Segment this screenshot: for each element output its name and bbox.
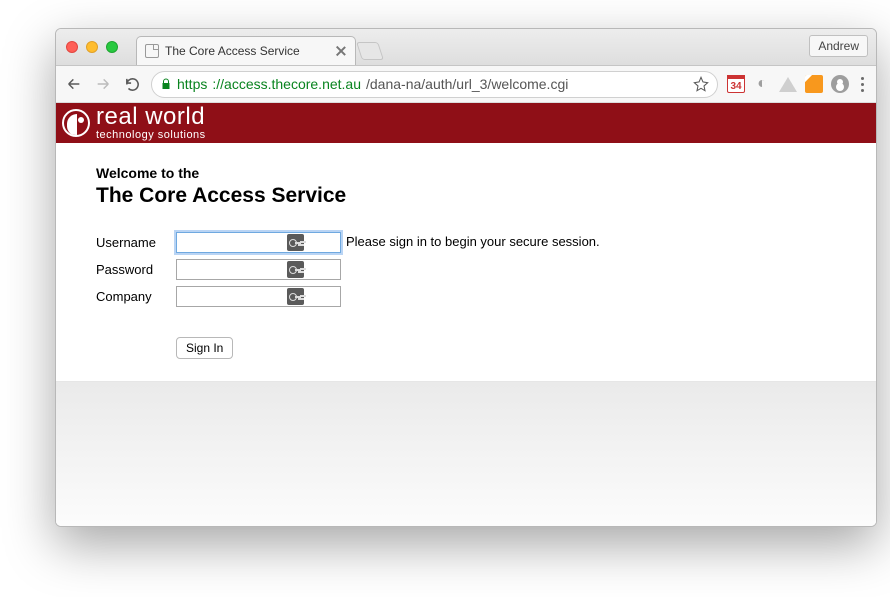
signin-hint: Please sign in to begin your secure sess… <box>346 232 600 249</box>
close-tab-button[interactable] <box>335 45 347 57</box>
back-button[interactable] <box>64 74 84 94</box>
browser-tab[interactable]: The Core Access Service <box>136 36 356 65</box>
keychain-icon[interactable] <box>287 288 304 305</box>
sign-in-button[interactable]: Sign In <box>176 337 233 359</box>
password-input[interactable] <box>176 259 341 280</box>
titlebar: The Core Access Service Andrew <box>56 29 876 66</box>
bookmark-star-icon[interactable] <box>693 76 709 92</box>
arrow-left-icon <box>66 76 82 92</box>
url-host: ://access.thecore.net.au <box>212 76 361 92</box>
drive-extension-icon[interactable] <box>779 75 797 93</box>
profile-name: Andrew <box>818 39 859 53</box>
tab-title: The Core Access Service <box>165 44 329 58</box>
username-label: Username <box>96 235 176 250</box>
reload-button[interactable] <box>122 74 142 94</box>
forward-button[interactable] <box>93 74 113 94</box>
company-label: Company <box>96 289 176 304</box>
maximize-window-button[interactable] <box>106 41 118 53</box>
keychain-icon[interactable] <box>287 234 304 251</box>
welcome-pretitle: Welcome to the <box>96 165 876 181</box>
browser-toolbar: https ://access.thecore.net.au/dana-na/au… <box>56 66 876 103</box>
page-content: real world technology solutions Welcome … <box>56 103 876 526</box>
url-protocol: https <box>177 76 207 92</box>
login-form: Username Password Company <box>96 232 306 359</box>
profile-button[interactable]: Andrew <box>809 35 868 57</box>
analytics-extension-icon[interactable] <box>805 75 823 93</box>
brand-header: real world technology solutions <box>56 103 876 143</box>
username-input[interactable] <box>176 232 341 253</box>
brand-logo: real world technology solutions <box>62 105 206 141</box>
company-input[interactable] <box>176 286 341 307</box>
browser-menu-button[interactable] <box>857 77 868 92</box>
extension-icons: 34 ◐ <box>727 75 868 93</box>
brand-name: real world <box>96 105 206 129</box>
address-bar[interactable]: https ://access.thecore.net.au/dana-na/au… <box>151 71 718 98</box>
keychain-icon[interactable] <box>287 261 304 278</box>
lock-icon <box>160 77 172 91</box>
login-form-area: Username Password Company <box>96 232 876 359</box>
login-page: Welcome to the The Core Access Service U… <box>56 143 876 359</box>
close-window-button[interactable] <box>66 41 78 53</box>
brand-mark-icon <box>62 109 90 137</box>
brand-tagline: technology solutions <box>96 130 206 141</box>
window-controls <box>56 41 118 53</box>
arrow-right-icon <box>95 76 111 92</box>
calendar-extension-icon[interactable]: 34 <box>727 75 745 93</box>
password-label: Password <box>96 262 176 277</box>
footer-gradient <box>56 381 876 526</box>
page-favicon-icon <box>145 44 159 58</box>
page-title: The Core Access Service <box>96 184 876 208</box>
url-path: /dana-na/auth/url_3/welcome.cgi <box>366 76 568 92</box>
account-avatar-icon[interactable] <box>831 75 849 93</box>
minimize-window-button[interactable] <box>86 41 98 53</box>
browser-window: The Core Access Service Andrew https ://a… <box>55 28 877 527</box>
reload-icon <box>124 76 141 93</box>
extension-icon[interactable]: ◐ <box>753 75 771 93</box>
new-tab-button[interactable] <box>356 42 384 60</box>
